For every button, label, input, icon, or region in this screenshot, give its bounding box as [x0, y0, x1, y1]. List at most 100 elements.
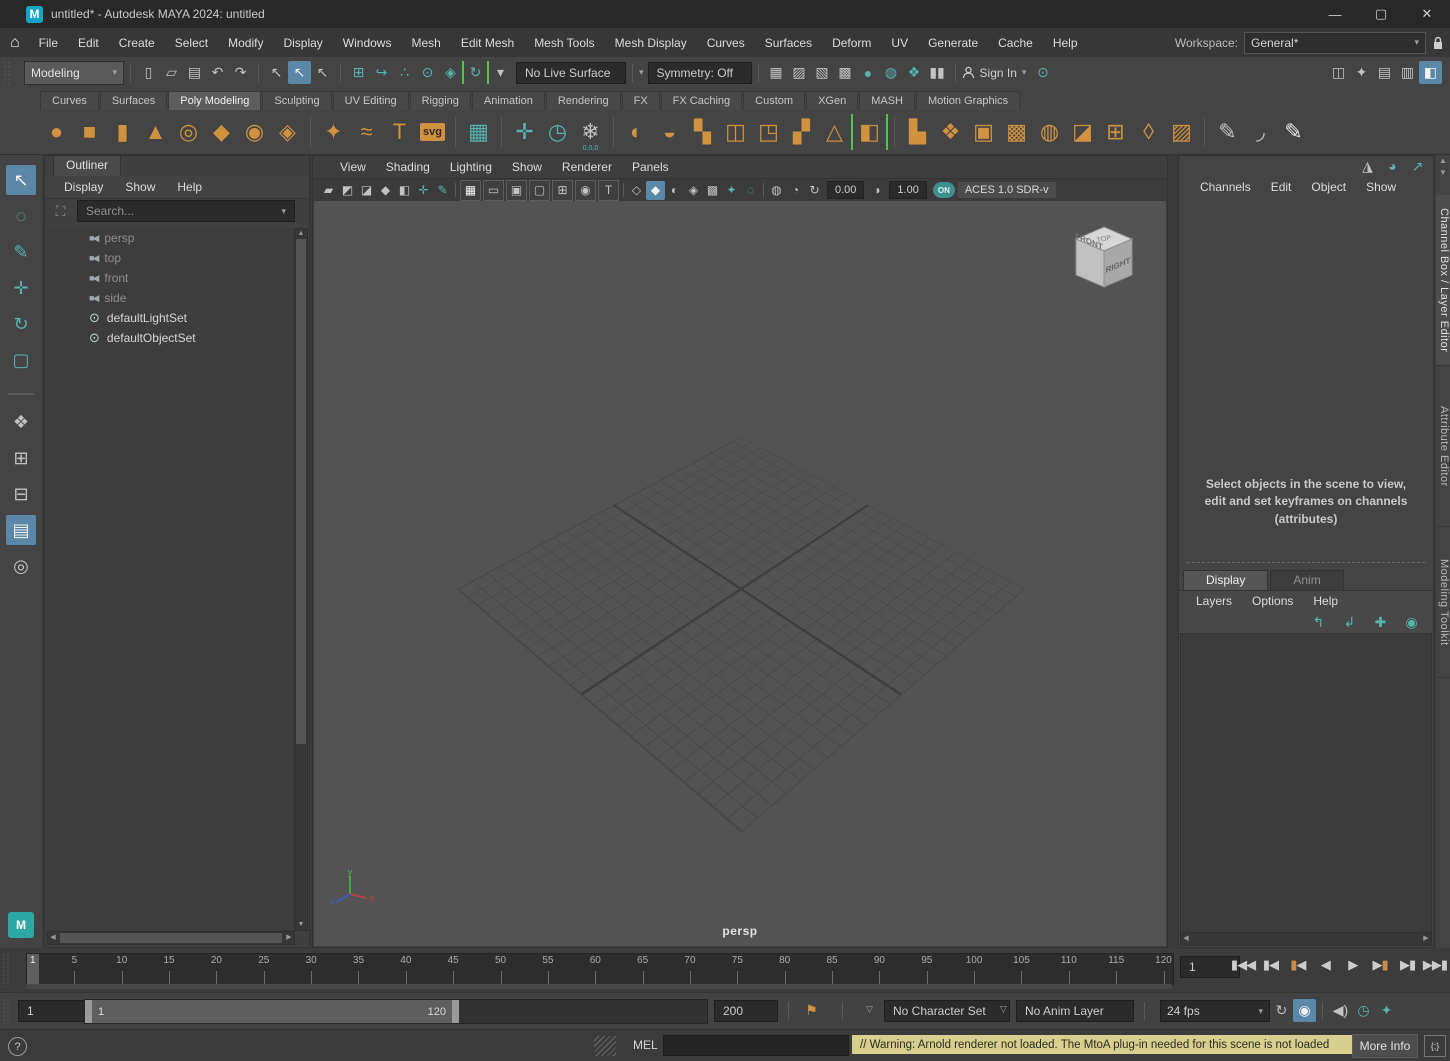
grid-toggle-button[interactable]: ▦	[460, 180, 481, 201]
shelf-tab-fx-caching[interactable]: FX Caching	[661, 91, 742, 110]
step-forward-key-button[interactable]: ▶▮	[1367, 952, 1393, 978]
anim-layer-field[interactable]: No Anim Layer	[1016, 1000, 1134, 1022]
camera-attributes-icon[interactable]: ◪	[357, 181, 376, 200]
menu-file[interactable]: File	[30, 33, 67, 53]
display-render-settings-button[interactable]: ●	[857, 61, 880, 84]
extrude-button[interactable]: ▙	[901, 114, 934, 150]
boolean-union-button[interactable]: ◐	[620, 114, 653, 150]
shelf-tab-motion-graphics[interactable]: Motion Graphics	[916, 91, 1020, 110]
character-controls-sidebar-button[interactable]: ✦	[1350, 61, 1373, 84]
polygon-type-button[interactable]: T	[383, 114, 416, 150]
live-surface-field[interactable]: No Live Surface	[516, 62, 626, 84]
paint-select-tool[interactable]: ✎	[6, 237, 36, 267]
create-bookmark-button[interactable]: ⚑	[800, 999, 823, 1022]
gate-mask-button[interactable]: ▢	[529, 180, 550, 201]
step-back-frame-button[interactable]: ▮◀	[1257, 952, 1283, 978]
shelf-tab-animation[interactable]: Animation	[472, 91, 545, 110]
extract-button[interactable]: ◳	[752, 114, 785, 150]
menu-uv[interactable]: UV	[882, 33, 917, 53]
select-by-component-button[interactable]: ↖	[311, 61, 334, 84]
layer-move-up-button[interactable]: ↰	[1307, 611, 1330, 634]
menu-edit-mesh[interactable]: Edit Mesh	[452, 33, 523, 53]
menu-set-select[interactable]: Modeling ▾	[24, 61, 124, 85]
pan-zoom-icon[interactable]: ✛	[414, 181, 433, 200]
shelf-tab-surfaces[interactable]: Surfaces	[100, 91, 167, 110]
close-button[interactable]: ✕	[1404, 0, 1450, 28]
shelf-tab-xgen[interactable]: XGen	[806, 91, 858, 110]
shelf-tab-mash[interactable]: MASH	[859, 91, 915, 110]
scale-tool[interactable]: ▢	[6, 345, 36, 375]
occlusion-button[interactable]: ✦	[722, 181, 741, 200]
drag-grip[interactable]	[3, 61, 12, 85]
playback-sound-button[interactable]: ◀)	[1329, 999, 1352, 1022]
textured-button[interactable]: ◐	[665, 181, 684, 200]
menu-edit[interactable]: Edit	[69, 33, 108, 53]
render-sequence-button[interactable]: ◍	[880, 61, 903, 84]
channel-menu-channels[interactable]: Channels	[1191, 177, 1260, 197]
bookmark-icon[interactable]: ◆	[376, 181, 395, 200]
menu-modify[interactable]: Modify	[219, 33, 272, 53]
snap-to-grid-button[interactable]: ⊞	[347, 61, 370, 84]
snap-to-point-button[interactable]: ∴	[393, 61, 416, 84]
sweep-mesh-button[interactable]: ✦	[317, 114, 350, 150]
make-live-button[interactable]: ◈	[439, 61, 462, 84]
tab-modeling-toolkit[interactable]: Modeling Toolkit	[1436, 527, 1450, 678]
play-backwards-button[interactable]: ◀	[1312, 952, 1338, 978]
outliner-item-defaultLightSet[interactable]: ⊙defaultLightSet	[47, 308, 295, 328]
drag-grip[interactable]	[2, 998, 11, 1024]
tab-channel-box-layer-editor[interactable]: Channel Box / Layer Editor	[1436, 195, 1450, 366]
shelf-tab-curves[interactable]: Curves	[40, 91, 99, 110]
poly-sphere-button[interactable]: ●	[40, 114, 73, 150]
outliner-search-input[interactable]: Search... ▾	[77, 200, 295, 222]
viewport-menu-show[interactable]: Show	[503, 157, 551, 177]
render-frame-button[interactable]: ▦	[765, 61, 788, 84]
scroll-down-arrow[interactable]: ▼	[295, 920, 307, 930]
bevel-button[interactable]: ❖	[934, 114, 967, 150]
contrast-icon[interactable]: ◑	[867, 181, 886, 200]
quad-draw-button[interactable]: ▨	[1165, 114, 1198, 150]
delete-history-button[interactable]: ◷	[541, 114, 574, 150]
play-forwards-button[interactable]: ▶	[1340, 952, 1366, 978]
modeling-toolkit-sidebar-button[interactable]: ◫	[1327, 61, 1350, 84]
x-ray-button[interactable]: ◔	[786, 181, 805, 200]
shelf-scroll-arrows[interactable]: ▲▼	[1436, 155, 1450, 195]
new-scene-button[interactable]: ▯	[137, 61, 160, 84]
four-view-layout-button[interactable]: ❖	[6, 407, 36, 437]
sign-in-control[interactable]: Sign In ▾ ⊙	[962, 61, 1055, 84]
render-settings-button[interactable]: ▩	[834, 61, 857, 84]
svg-tool-button[interactable]: svg	[416, 114, 449, 150]
renderer-status-icon[interactable]: ◕	[1381, 155, 1404, 178]
scroll-left-arrow[interactable]: ◀	[1181, 934, 1191, 944]
render-region-button[interactable]: ▨	[788, 61, 811, 84]
workspace-select[interactable]: General* ▾	[1244, 32, 1426, 54]
command-language-label[interactable]: MEL	[633, 1038, 658, 1052]
scroll-right-arrow[interactable]: ▶	[284, 933, 294, 943]
outliner-item-top[interactable]: ■◀top	[47, 248, 295, 268]
menu-deform[interactable]: Deform	[823, 33, 880, 53]
poly-plane-button[interactable]: ◆	[205, 114, 238, 150]
menu-mesh-display[interactable]: Mesh Display	[606, 33, 696, 53]
save-scene-button[interactable]: ▤	[183, 61, 206, 84]
viewport-menu-view[interactable]: View	[331, 157, 375, 177]
channel-menu-object[interactable]: Object	[1302, 177, 1355, 197]
platonic-solid-button[interactable]: ◈	[271, 114, 304, 150]
channel-menu-show[interactable]: Show	[1357, 177, 1405, 197]
outliner-item-side[interactable]: ■◀side	[47, 288, 295, 308]
range-slider-track[interactable]: 1 120	[84, 999, 708, 1024]
outliner-menu-show[interactable]: Show	[116, 177, 164, 197]
anim-layer-menu-arrow[interactable]: ▽	[1000, 1004, 1007, 1015]
filter-icon[interactable]: ⛶	[49, 200, 72, 223]
layer-tab-display[interactable]: Display	[1183, 570, 1268, 590]
user-avatar[interactable]: M	[8, 912, 34, 938]
view-cube[interactable]: TOP FRONT RIGHT	[1068, 223, 1140, 301]
menu-curves[interactable]: Curves	[698, 33, 754, 53]
smooth-button[interactable]: △	[818, 114, 851, 150]
offset-edge-loop-button[interactable]: ⊞	[1099, 114, 1132, 150]
menu-mesh[interactable]: Mesh	[402, 33, 449, 53]
use-all-lights-button[interactable]: ◈	[684, 181, 703, 200]
go-to-start-button[interactable]: ▮◀◀	[1230, 952, 1256, 978]
duplicate-face-button[interactable]: ▞	[785, 114, 818, 150]
shelf-tab-custom[interactable]: Custom	[743, 91, 805, 110]
motion-blur-button[interactable]: ◌	[741, 181, 760, 200]
outliner-vertical-scrollbar[interactable]: ▲ ▼	[294, 228, 308, 931]
